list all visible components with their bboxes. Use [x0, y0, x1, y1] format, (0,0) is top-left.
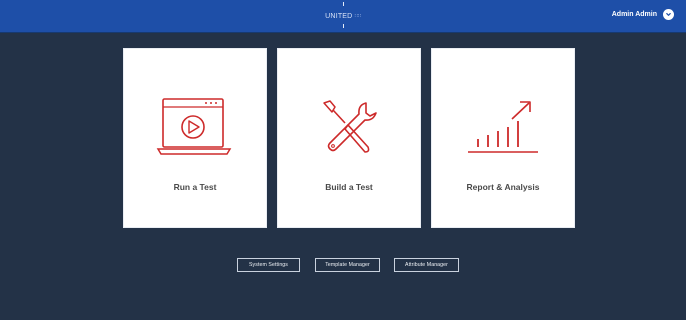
brand-logo-mark: ∷∷ [354, 13, 361, 19]
brand-logo-text: UNITED [325, 12, 353, 20]
run-a-test-card[interactable]: Run a Test [123, 48, 267, 228]
wrench-screwdriver-icon [310, 97, 388, 164]
template-manager-button[interactable]: Template Manager [315, 258, 380, 272]
top-bar: UNITED ∷∷ Admin Admin [0, 0, 686, 33]
bar-chart-growth-icon [464, 97, 542, 164]
run-a-test-label: Run a Test [173, 182, 217, 192]
build-a-test-label: Build a Test [325, 182, 373, 192]
system-settings-button[interactable]: System Settings [237, 258, 300, 272]
report-analysis-card[interactable]: Report & Analysis [431, 48, 575, 228]
play-window-icon [156, 97, 234, 164]
attribute-manager-button[interactable]: Attribute Manager [394, 258, 459, 272]
user-name: Admin Admin [611, 11, 657, 18]
logo-accent-bottom [343, 24, 344, 28]
logo-accent-top [343, 2, 344, 6]
report-analysis-label: Report & Analysis [466, 182, 540, 192]
user-menu[interactable]: Admin Admin [612, 9, 674, 20]
build-a-test-card[interactable]: Build a Test [277, 48, 421, 228]
user-menu-icon[interactable] [663, 9, 674, 20]
